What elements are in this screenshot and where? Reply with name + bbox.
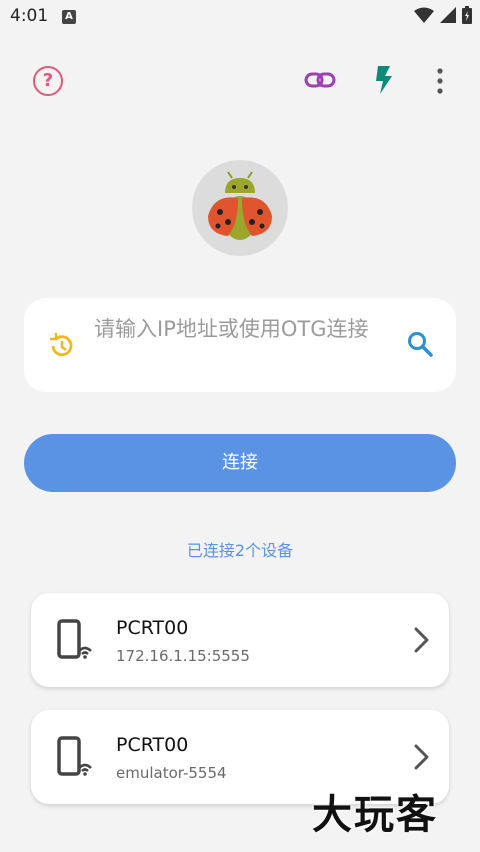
signal-icon [440,7,456,23]
device-name: PCRT00 [116,617,189,639]
status-bar: 4:01 A [0,0,480,34]
ip-input[interactable]: 请输入IP地址或使用OTG连接 [94,312,394,346]
connected-devices-count[interactable]: 已连接2个设备 [0,537,480,561]
device-address: emulator-5554 [116,764,227,782]
device-name: PCRT00 [116,734,189,756]
toolbar: ? [0,60,480,100]
connect-button[interactable]: 连接 [24,434,456,492]
device-address: 172.16.1.15:5555 [116,647,250,665]
history-icon[interactable] [48,332,76,360]
help-icon[interactable]: ? [33,66,63,96]
watermark: 大玩客 [312,791,438,838]
app-logo [192,160,288,256]
battery-icon [462,6,472,24]
chevron-right-icon [414,744,429,770]
chevron-right-icon [414,627,429,653]
phone-wifi-icon [57,619,92,659]
phone-wifi-icon [57,736,92,776]
search-icon[interactable] [406,330,434,358]
ip-search-card: 请输入IP地址或使用OTG连接 [24,298,456,392]
flash-icon[interactable] [372,64,396,96]
status-time: 4:01 [10,6,49,26]
more-vert-icon[interactable] [428,66,452,96]
notification-icon: A [62,10,76,24]
device-item[interactable]: PCRT00 172.16.1.15:5555 [31,593,449,687]
status-icons [414,6,472,24]
wifi-icon [414,7,434,23]
link-icon[interactable] [304,68,336,92]
ladybug-android-icon [208,171,272,240]
